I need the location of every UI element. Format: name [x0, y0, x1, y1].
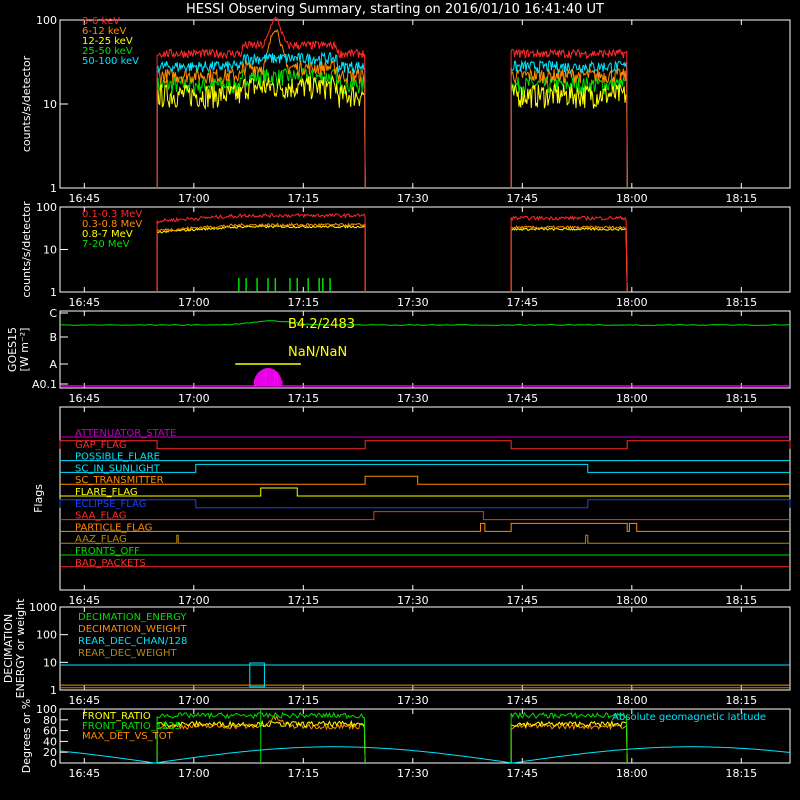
x-tick-label: 17:15: [287, 296, 319, 309]
x-tick-label: 17:45: [506, 694, 538, 707]
x-tick-label: 18:15: [725, 767, 757, 780]
x-tick-label: 18:00: [616, 694, 648, 707]
flag-label: FRONTS_OFF: [75, 546, 140, 557]
x-tick-label: 18:15: [725, 694, 757, 707]
x-tick-label: 17:15: [287, 694, 319, 707]
x-tick-label: 17:15: [287, 767, 319, 780]
y-tick-label: A0.1: [32, 378, 57, 391]
x-tick-label: 17:00: [178, 694, 210, 707]
y-axis-label: counts/s/detector: [20, 55, 33, 152]
x-tick-label: 16:45: [68, 296, 100, 309]
x-tick-label: 18:15: [725, 594, 757, 607]
y-tick-label: A: [49, 358, 57, 371]
goes-level-label: B4.2/2483: [288, 317, 355, 332]
y-tick-label: 10: [43, 656, 57, 669]
x-tick-label: 17:45: [506, 392, 538, 405]
y-axis-label: Flags: [32, 484, 45, 513]
y-axis-label: counts/s/detector: [20, 201, 33, 298]
x-tick-label: 17:00: [178, 192, 210, 205]
flag-label: SC_TRANSMITTER: [75, 475, 164, 486]
x-tick-label: 16:45: [68, 594, 100, 607]
x-tick-label: 17:45: [506, 296, 538, 309]
y-tick-label: 1: [50, 684, 57, 697]
flag-label: ATTENUATOR_STATE: [75, 428, 176, 439]
x-tick-label: 18:00: [616, 594, 648, 607]
y-tick-label: C: [49, 307, 57, 320]
y-axis-label-units: [W m⁻²]: [18, 328, 31, 372]
y-axis-label-2: ENERGY or weight: [14, 598, 27, 698]
legend-entry: DECIMATION_ENERGY: [78, 612, 187, 623]
x-tick-label: 17:30: [397, 594, 429, 607]
y-tick-label: 100: [36, 201, 57, 214]
x-tick-label: 17:00: [178, 296, 210, 309]
legend-entry: 50-100 keV: [82, 56, 139, 67]
x-tick-label: 16:45: [68, 392, 100, 405]
y-tick-label: 1: [50, 286, 57, 299]
flag-label: SAA_FLAG: [75, 511, 126, 522]
x-tick-label: 17:30: [397, 296, 429, 309]
x-tick-label: 17:45: [506, 767, 538, 780]
y-tick-label: 100: [36, 629, 57, 642]
flag-label: POSSIBLE_FLARE: [75, 452, 160, 463]
x-tick-label: 18:00: [616, 192, 648, 205]
x-tick-label: 17:30: [397, 192, 429, 205]
x-tick-label: 17:30: [397, 767, 429, 780]
flag-label: PARTICLE_FLAG: [75, 522, 152, 533]
y-tick-label: 10: [43, 244, 57, 257]
x-tick-label: 18:15: [725, 392, 757, 405]
legend-entry: Absolute geomagnetic latitude: [612, 712, 766, 723]
flag-label: BAD_PACKETS: [75, 558, 146, 569]
y-tick-label: 100: [36, 14, 57, 27]
y-tick-label: 1: [50, 182, 57, 195]
x-tick-label: 18:15: [725, 296, 757, 309]
flag-label: GAP_FLAG: [75, 440, 127, 451]
y-tick-label: B: [49, 331, 57, 344]
x-tick-label: 18:00: [616, 296, 648, 309]
x-tick-label: 16:45: [68, 767, 100, 780]
x-tick-label: 17:30: [397, 694, 429, 707]
flag-label: FLARE_FLAG: [75, 487, 138, 498]
legend-entry: DECIMATION_WEIGHT: [78, 624, 187, 635]
x-tick-label: 17:15: [287, 392, 319, 405]
x-tick-label: 17:30: [397, 392, 429, 405]
y-tick-label: 100: [36, 703, 57, 716]
y-tick-label: 10: [43, 98, 57, 111]
x-tick-label: 16:45: [68, 192, 100, 205]
hessi-summary-chart: HESSI Observing Summary, starting on 201…: [0, 0, 800, 800]
legend-entry: REAR_DEC_WEIGHT: [78, 648, 177, 659]
legend-entry: 7-20 MeV: [82, 239, 130, 250]
x-tick-label: 17:45: [506, 192, 538, 205]
x-tick-label: 17:00: [178, 767, 210, 780]
x-tick-label: 17:15: [287, 192, 319, 205]
y-axis-label: Degrees or %: [20, 699, 33, 773]
x-tick-label: 16:45: [68, 694, 100, 707]
x-tick-label: 18:15: [725, 192, 757, 205]
flag-label: SC_IN_SUNLIGHT: [75, 463, 161, 474]
legend-entry: REAR_DEC_CHAN/128: [78, 636, 187, 647]
x-tick-label: 17:15: [287, 594, 319, 607]
x-tick-label: 17:45: [506, 594, 538, 607]
flag-label: AAZ_FLAG: [75, 534, 127, 545]
x-tick-label: 18:00: [616, 767, 648, 780]
x-tick-label: 17:00: [178, 594, 210, 607]
flag-label: ECLIPSE_FLAG: [75, 499, 146, 510]
x-tick-label: 17:00: [178, 392, 210, 405]
legend-entry: MAX_DET_VS_TOT: [82, 731, 174, 742]
goes-peak-label: NaN/NaN: [288, 345, 347, 360]
y-tick-label: 1000: [29, 601, 57, 614]
chart-title: HESSI Observing Summary, starting on 201…: [186, 2, 604, 17]
x-tick-label: 18:00: [616, 392, 648, 405]
